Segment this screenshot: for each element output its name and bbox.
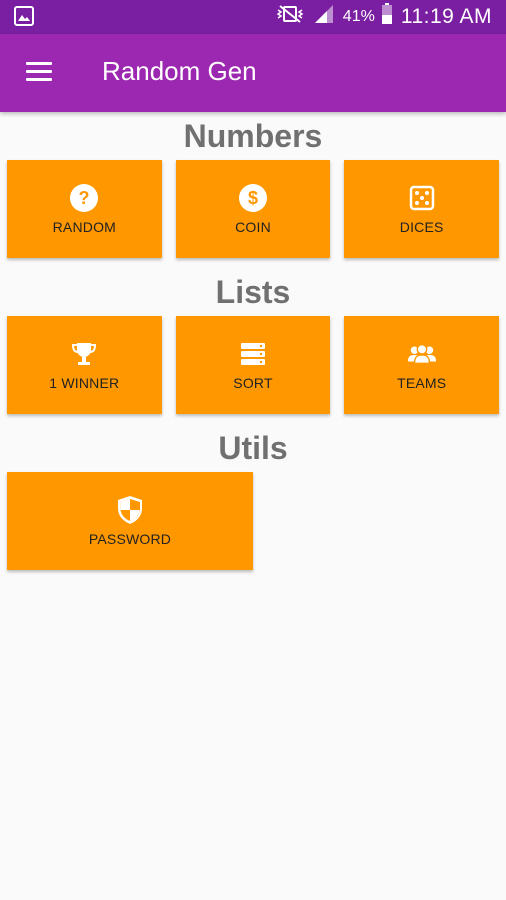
sort-button[interactable]: SORT bbox=[175, 316, 331, 414]
teams-icon bbox=[407, 339, 437, 369]
question-circle-icon: ? bbox=[69, 183, 99, 213]
coin-label: COIN bbox=[235, 219, 271, 235]
section-title-utils: Utils bbox=[218, 430, 288, 466]
teams-button[interactable]: TEAMS bbox=[344, 316, 500, 414]
app-title: Random Gen bbox=[102, 56, 257, 86]
one-winner-label: 1 WINNER bbox=[49, 375, 120, 391]
teams-label: TEAMS bbox=[397, 375, 447, 391]
app-bar: Random Gen bbox=[0, 34, 506, 112]
main-content: Numbers ? RANDOM $ COIN DICES Lists 1 WI… bbox=[0, 112, 506, 570]
random-button[interactable]: ? RANDOM bbox=[7, 160, 162, 258]
image-icon bbox=[14, 6, 34, 26]
battery-icon bbox=[381, 3, 393, 31]
shield-icon bbox=[115, 495, 145, 525]
password-label: PASSWORD bbox=[88, 531, 172, 547]
dices-label: DICES bbox=[399, 219, 444, 235]
svg-text:$: $ bbox=[248, 188, 258, 208]
dices-button[interactable]: DICES bbox=[344, 160, 500, 258]
utils-grid: PASSWORD bbox=[0, 472, 506, 570]
dice-icon bbox=[407, 183, 437, 213]
dollar-circle-icon: $ bbox=[238, 183, 268, 213]
password-button[interactable]: PASSWORD bbox=[7, 472, 253, 570]
status-right: 41% 11:19 AM bbox=[275, 0, 492, 34]
numbers-grid: ? RANDOM $ COIN DICES bbox=[0, 160, 506, 258]
section-title-numbers: Numbers bbox=[183, 118, 323, 154]
sort-list-icon bbox=[238, 339, 268, 369]
lists-grid: 1 WINNER SORT TEAMS bbox=[0, 316, 506, 414]
section-title-lists: Lists bbox=[215, 274, 291, 310]
trophy-icon bbox=[69, 339, 99, 369]
random-label: RANDOM bbox=[52, 219, 117, 235]
battery-percent: 41% bbox=[342, 8, 375, 25]
svg-text:?: ? bbox=[79, 188, 90, 208]
signal-icon bbox=[313, 4, 335, 30]
clock: 11:19 AM bbox=[400, 5, 492, 28]
status-bar: 41% 11:19 AM bbox=[0, 0, 506, 34]
mute-vibrate-icon bbox=[275, 4, 305, 30]
coin-button[interactable]: $ COIN bbox=[175, 160, 331, 258]
sort-label: SORT bbox=[233, 375, 273, 391]
hamburger-menu-icon[interactable] bbox=[26, 62, 52, 84]
one-winner-button[interactable]: 1 WINNER bbox=[7, 316, 162, 414]
